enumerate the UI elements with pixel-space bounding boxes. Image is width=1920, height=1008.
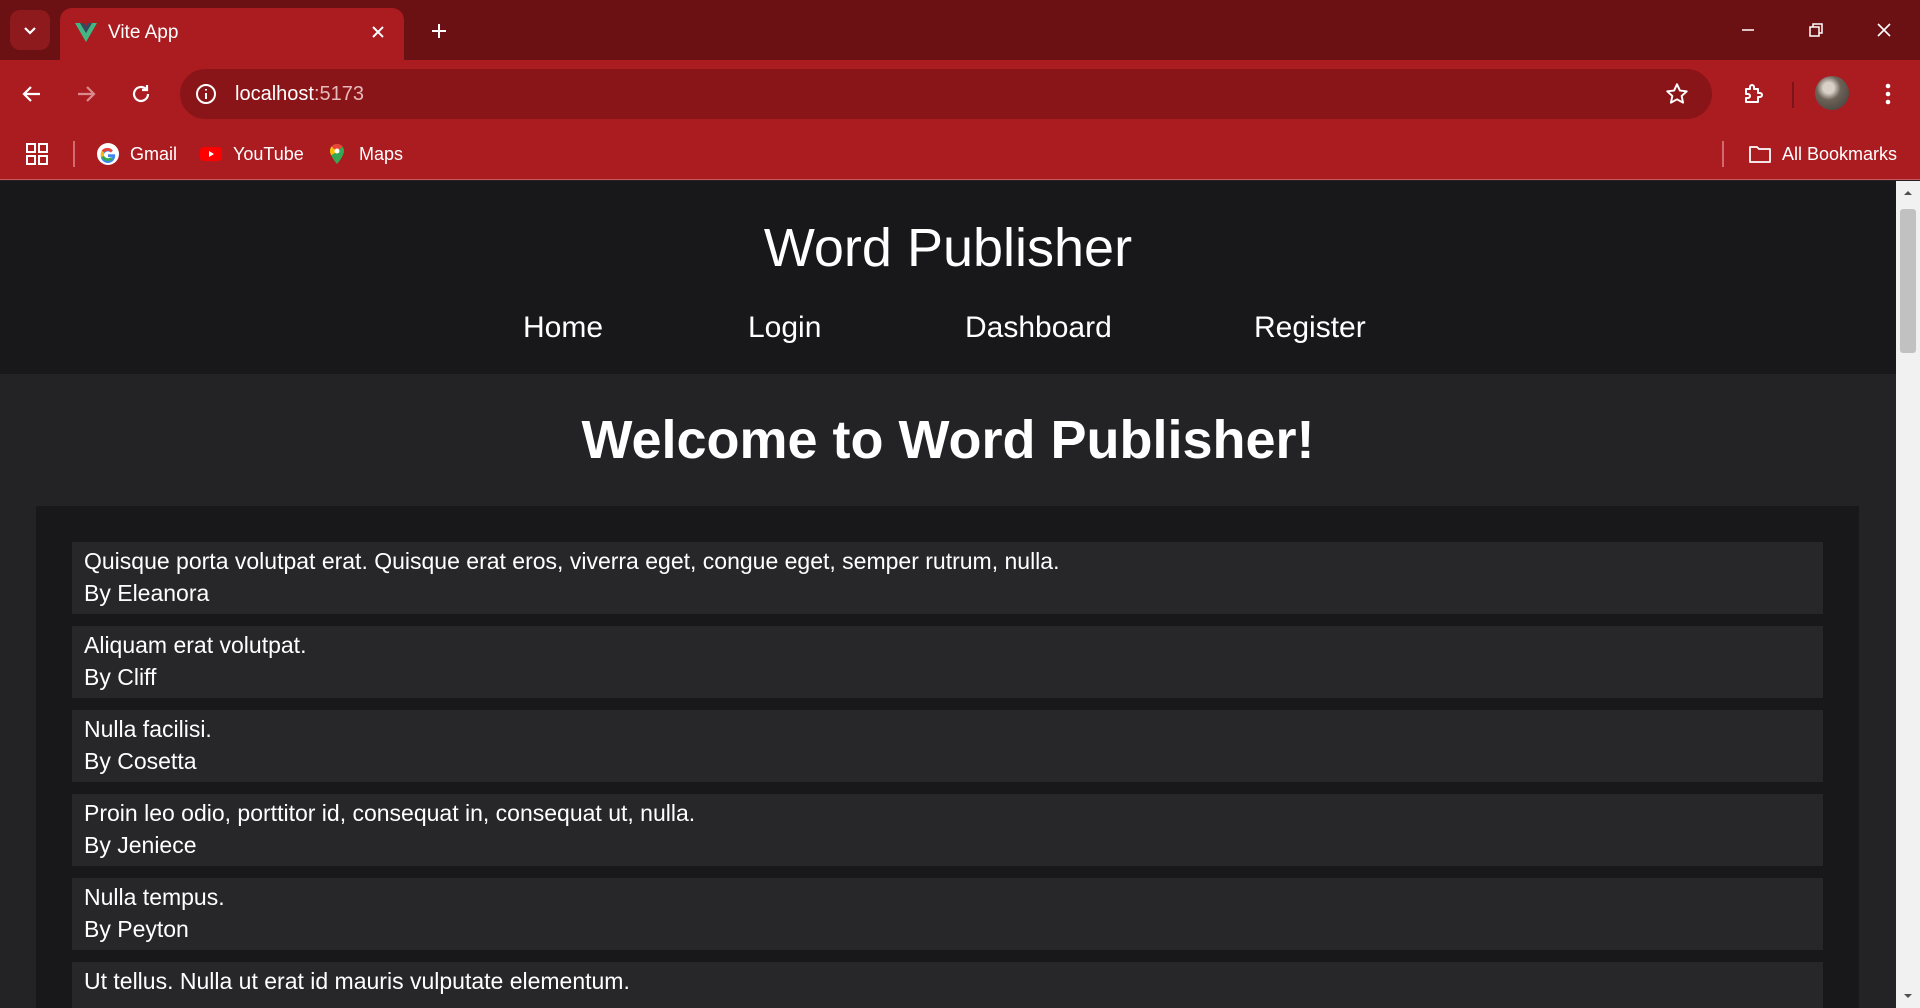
restore-icon (1809, 23, 1823, 37)
address-bar[interactable]: localhost:5173 (180, 69, 1712, 119)
post-text: Ut tellus. Nulla ut erat id mauris vulpu… (84, 968, 630, 994)
post-item[interactable]: Aliquam erat volutpat. By Cliff (72, 626, 1823, 698)
tab-strip: Vite App (0, 0, 1920, 60)
bookmark-label: YouTube (233, 143, 304, 164)
bookmarks-bar: Gmail YouTube Maps All Bookmarks (0, 128, 1920, 180)
page-scrollbar[interactable] (1896, 181, 1920, 1008)
url-text[interactable]: localhost:5173 (235, 83, 364, 106)
arrow-left-icon (22, 86, 40, 102)
bookmark-maps[interactable]: Maps (325, 141, 403, 167)
minimize-icon (1742, 29, 1754, 31)
bookmarks-divider (73, 141, 75, 167)
minimize-button[interactable] (1726, 10, 1770, 50)
kebab-menu-icon (1885, 83, 1891, 105)
apps-grid-icon[interactable] (24, 141, 50, 167)
reload-button[interactable] (123, 76, 159, 112)
site-title: Word Publisher (763, 218, 1133, 278)
profile-avatar[interactable] (1815, 76, 1849, 110)
restore-button[interactable] (1794, 10, 1838, 50)
post-item[interactable]: Proin leo odio, porttitor id, consequat … (72, 794, 1823, 866)
active-tab[interactable]: Vite App (60, 8, 404, 60)
tab-close-button[interactable] (366, 20, 390, 44)
post-author: By Cosetta (84, 748, 197, 774)
welcome-heading: Welcome to Word Publisher! (581, 410, 1315, 470)
post-author: By Jeniece (84, 832, 197, 858)
close-window-button[interactable] (1862, 10, 1906, 50)
scroll-up-arrow-icon[interactable] (1902, 187, 1914, 199)
close-icon (372, 26, 384, 38)
back-button[interactable] (14, 76, 50, 112)
forward-button[interactable] (68, 76, 104, 112)
nav-link-register[interactable]: Register (1254, 311, 1366, 345)
puzzle-icon (1745, 84, 1763, 103)
post-author: By Cliff (84, 664, 157, 690)
post-item[interactable]: Nulla tempus. By Peyton (72, 878, 1823, 950)
scroll-down-arrow-icon[interactable] (1902, 990, 1914, 1002)
bookmark-label: Maps (359, 143, 404, 164)
vue-logo-icon (75, 23, 97, 42)
post-item[interactable]: Ut tellus. Nulla ut erat id mauris vulpu… (72, 962, 1823, 1008)
browser-menu-button[interactable] (1870, 76, 1906, 112)
nav-link-dashboard[interactable]: Dashboard (965, 311, 1112, 345)
youtube-icon (199, 142, 223, 166)
post-text: Proin leo odio, porttitor id, consequat … (84, 800, 696, 826)
post-list: Quisque porta volutpat erat. Quisque era… (36, 506, 1859, 1008)
maps-icon (325, 142, 349, 166)
site-header: Word Publisher Home Login Dashboard Regi… (0, 181, 1896, 374)
post-text: Quisque porta volutpat erat. Quisque era… (84, 548, 1060, 574)
post-text: Nulla tempus. (84, 884, 225, 910)
toolbar-divider (1792, 82, 1794, 108)
bookmarks-divider (1722, 141, 1724, 167)
all-bookmarks-label: All Bookmarks (1782, 143, 1898, 164)
post-text: Aliquam erat volutpat. (84, 632, 307, 658)
page-viewport: Word Publisher Home Login Dashboard Regi… (0, 181, 1896, 1008)
post-item[interactable]: Nulla facilisi. By Cosetta (72, 710, 1823, 782)
arrow-right-icon (78, 86, 96, 102)
plus-icon (432, 24, 446, 38)
extensions-button[interactable] (1736, 76, 1772, 112)
url-port: :5173 (313, 83, 364, 105)
post-author: By Peyton (84, 916, 189, 942)
post-text: Nulla facilisi. (84, 716, 212, 742)
google-icon (96, 142, 120, 166)
chevron-down-icon (24, 27, 36, 35)
bookmark-star-icon[interactable] (1664, 81, 1690, 107)
bookmark-youtube[interactable]: YouTube (199, 141, 304, 167)
browser-toolbar: localhost:5173 (0, 60, 1920, 128)
post-item[interactable]: Quisque porta volutpat erat. Quisque era… (72, 542, 1823, 614)
folder-icon (1748, 142, 1772, 166)
all-bookmarks-button[interactable]: All Bookmarks (1748, 141, 1897, 167)
nav-link-home[interactable]: Home (523, 311, 603, 345)
bookmark-label: Gmail (130, 143, 178, 164)
close-icon (1877, 23, 1891, 37)
tab-search-button[interactable] (10, 10, 50, 50)
post-author: By Eleanora (84, 580, 210, 606)
tab-title: Vite App (108, 22, 179, 43)
nav-link-login[interactable]: Login (748, 311, 821, 345)
bookmark-gmail[interactable]: Gmail (96, 141, 177, 167)
site-info-icon[interactable] (194, 82, 218, 106)
site-nav: Home Login Dashboard Register (0, 311, 1896, 351)
new-tab-button[interactable] (424, 16, 454, 46)
url-host: localhost (235, 83, 314, 105)
reload-icon (132, 85, 150, 103)
scrollbar-thumb[interactable] (1900, 209, 1916, 353)
